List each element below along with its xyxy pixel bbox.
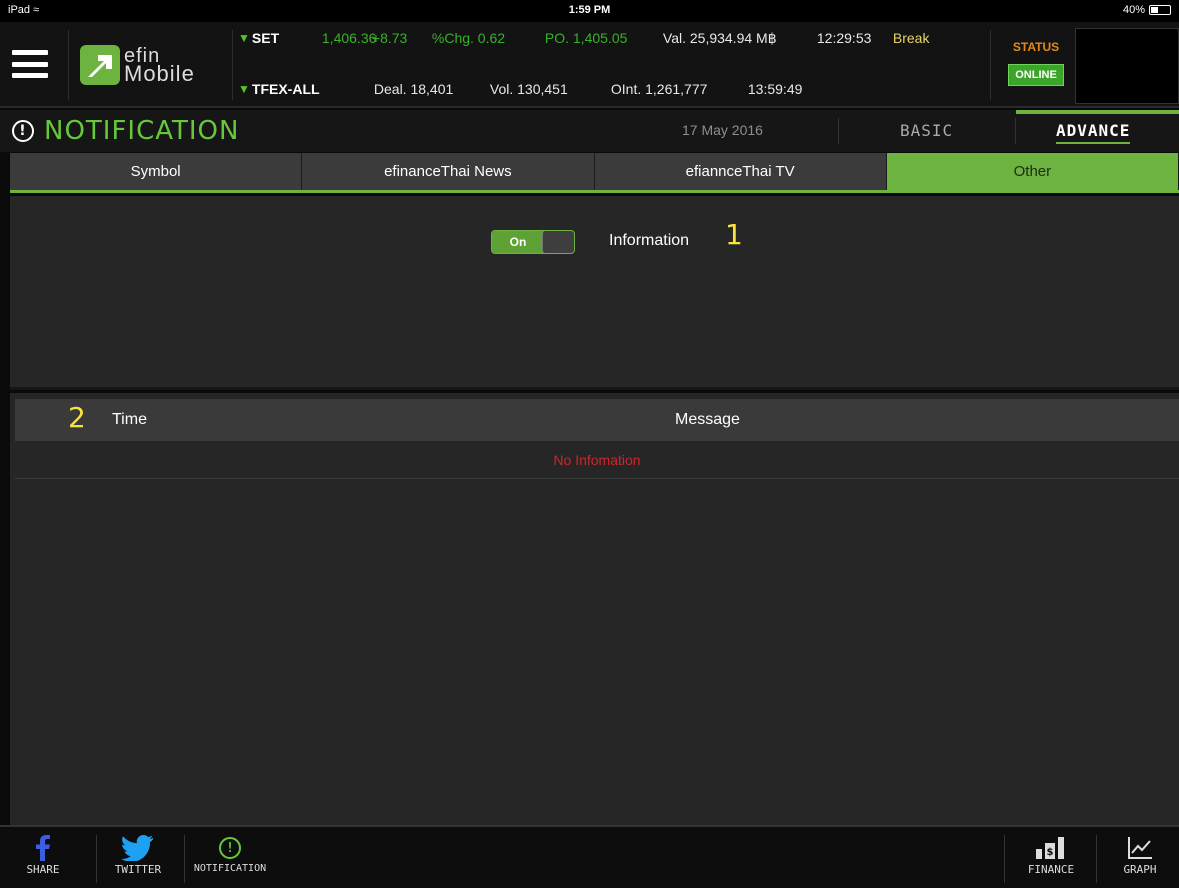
tab-symbol[interactable]: Symbol — [10, 153, 303, 190]
annotation-marker-1: 1 — [725, 218, 743, 251]
divider — [990, 30, 991, 100]
graph-button[interactable]: GRAPH — [1112, 833, 1168, 887]
divider — [1096, 835, 1097, 883]
info-panel-box — [1075, 28, 1179, 104]
annotation-marker-2: 2 — [68, 401, 86, 434]
toggle-state-label: On — [492, 231, 544, 253]
facebook-icon — [18, 833, 68, 863]
notification-label: NOTIFICATION — [193, 863, 267, 874]
empty-state-message: No Infomation — [15, 443, 1179, 479]
twitter-label: TWITTER — [114, 863, 162, 876]
set-market-state: Break — [892, 30, 930, 46]
logo-text: efin Mobile — [124, 46, 195, 86]
logo-text-mobile: Mobile — [124, 61, 195, 86]
divider — [838, 118, 839, 144]
toggle-knob — [542, 231, 574, 253]
battery-percent: 40% — [1122, 4, 1145, 16]
information-label: Information — [609, 232, 690, 249]
page-title-bar: ! NOTIFICATION 17 May 2016 BASIC ADVANCE — [0, 110, 1179, 152]
notification-settings-panel: On Information 1 — [10, 196, 1179, 390]
down-triangle-icon: ▼ — [238, 31, 250, 45]
status-badge: ONLINE — [1008, 64, 1064, 86]
bottom-toolbar: SHARE TWITTER ! NOTIFICATION $ FINANCE G… — [0, 825, 1179, 888]
page-title: ! NOTIFICATION — [12, 116, 239, 146]
notification-button[interactable]: ! NOTIFICATION — [190, 833, 270, 887]
twitter-button[interactable]: TWITTER — [104, 833, 172, 887]
battery-indicator: 40% — [1123, 4, 1171, 16]
divider — [96, 835, 97, 883]
notification-tabs: Symbol efinanceThai News efiannceThai TV… — [10, 153, 1179, 193]
date-label: 17 May 2016 — [682, 122, 763, 138]
column-header-message: Message — [675, 411, 740, 428]
market-header: efin Mobile ▼ SET 1,406.36 +8.73 %Chg. 0… — [0, 22, 1179, 108]
twitter-icon — [104, 833, 172, 863]
hamburger-menu-icon[interactable] — [12, 50, 48, 78]
column-header-time: Time — [112, 411, 147, 428]
divider — [1004, 835, 1005, 883]
svg-text:$: $ — [1047, 847, 1054, 858]
app-logo: efin Mobile — [80, 42, 195, 88]
finance-chart-icon: $ — [1018, 833, 1084, 863]
share-label: SHARE — [26, 863, 60, 876]
finance-label: FINANCE — [1027, 863, 1075, 876]
divider — [184, 835, 185, 883]
notification-icon: ! — [190, 833, 270, 863]
set-change: +8.73 — [371, 30, 408, 46]
tfex-volume: Vol. 130,451 — [489, 81, 568, 97]
table-header: 2 Time Message — [15, 399, 1179, 441]
set-value: Val. 25,934.94 M฿ — [662, 29, 777, 46]
tfex-deal: Deal. 18,401 — [373, 81, 454, 97]
connection-status: STATUS ONLINE — [998, 34, 1074, 104]
tfex-open-interest: OInt. 1,261,777 — [610, 81, 708, 97]
tfex-ticker[interactable]: ▼ TFEX-ALL Deal. 18,401 Vol. 130,451 OIn… — [238, 77, 802, 101]
graph-label: GRAPH — [1123, 863, 1157, 876]
active-mode-indicator — [1016, 110, 1179, 114]
finance-button[interactable]: $ FINANCE — [1018, 833, 1084, 887]
page-title-text: NOTIFICATION — [44, 116, 240, 146]
status-label: STATUS — [1012, 40, 1060, 54]
clock: 1:59 PM — [568, 4, 611, 16]
set-ticker[interactable]: ▼ SET 1,406.36 +8.73 %Chg. 0.62 PO. 1,40… — [238, 26, 929, 50]
set-index: 1,406.36 — [321, 30, 377, 46]
divider — [232, 30, 233, 100]
battery-icon — [1149, 5, 1171, 15]
tab-efinancethai-news[interactable]: efinanceThai News — [302, 153, 595, 190]
tfex-name: TFEX-ALL — [251, 81, 320, 97]
logo-mark-icon — [80, 45, 120, 85]
tfex-time: 13:59:49 — [747, 81, 803, 97]
set-pct-change: %Chg. 0.62 — [431, 30, 506, 46]
mode-advance-button[interactable]: ADVANCE — [1056, 121, 1131, 144]
down-triangle-icon: ▼ — [238, 82, 250, 96]
notification-icon: ! — [12, 120, 34, 142]
line-graph-icon — [1112, 833, 1168, 863]
tab-efinancethai-tv[interactable]: efiannceThai TV — [594, 153, 887, 190]
device-status-bar: iPad ≈ 1:59 PM 40% — [0, 0, 1179, 22]
notification-table: 2 Time Message No Infomation — [10, 393, 1179, 825]
divider — [68, 30, 69, 100]
information-toggle[interactable]: On — [491, 230, 575, 254]
tab-other[interactable]: Other — [886, 153, 1179, 190]
set-time: 12:29:53 — [816, 30, 872, 46]
share-button[interactable]: SHARE — [18, 833, 68, 887]
divider — [1015, 118, 1016, 144]
set-po: PO. 1,405.05 — [544, 30, 628, 46]
set-name: SET — [251, 30, 280, 46]
mode-basic-button[interactable]: BASIC — [900, 121, 953, 140]
